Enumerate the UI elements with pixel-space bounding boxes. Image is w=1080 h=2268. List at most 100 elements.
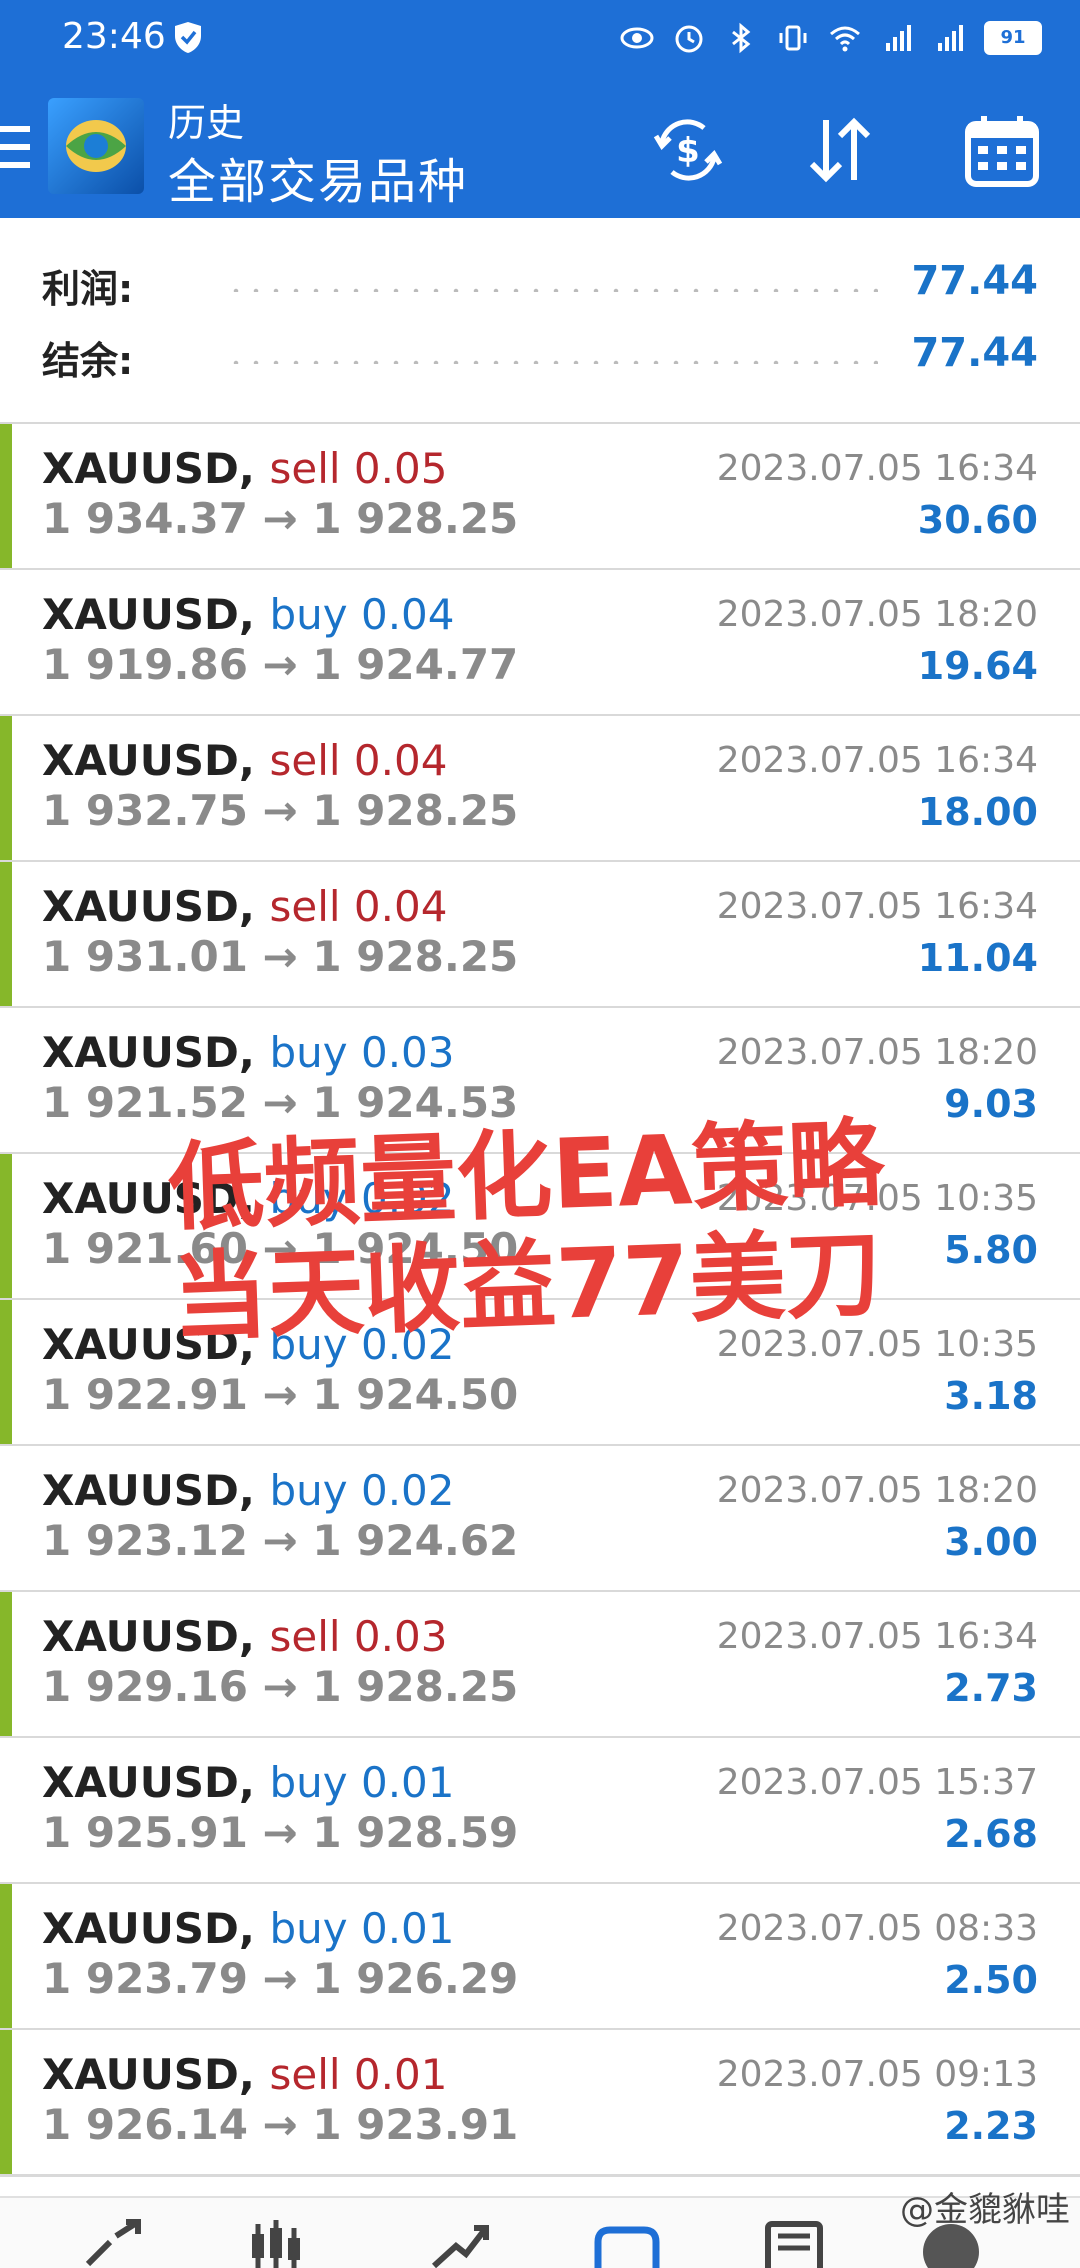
deal-prices: 1 932.75 → 1 928.25 [42, 786, 519, 835]
dotted-leader [226, 288, 878, 292]
profit-row: 利润: 77.44 [42, 258, 1038, 318]
alarm-icon [675, 25, 703, 53]
deal-symbol-line: XAUUSD, buy 0.02 [42, 1466, 455, 1515]
deal-side: buy 0.01 [269, 1904, 455, 1953]
deal-side-bar [0, 1884, 12, 2028]
deal-side: buy 0.01 [269, 1758, 455, 1807]
deal-symbol: XAUUSD, [42, 1758, 270, 1807]
deal-prices: 1 919.86 → 1 924.77 [42, 640, 519, 689]
signal-4g-icon [886, 25, 911, 51]
deal-symbol-line: XAUUSD, sell 0.04 [42, 736, 447, 785]
deal-prices: 1 931.01 → 1 928.25 [42, 932, 519, 981]
deal-side: sell 0.04 [269, 882, 448, 931]
symbol-filter[interactable]: 全部交易品种 [168, 142, 468, 212]
deal-side: sell 0.04 [269, 736, 448, 785]
deal-side: buy 0.02 [269, 1466, 455, 1515]
deal-time: 2023.07.05 18:20 [716, 1032, 1038, 1073]
deal-prices: 1 925.91 → 1 928.59 [42, 1808, 519, 1857]
svg-text:$: $ [676, 131, 700, 171]
deal-symbol: XAUUSD, [42, 1612, 270, 1661]
deal-profit: 2.68 [944, 1812, 1038, 1856]
deal-profit: 11.04 [917, 936, 1038, 980]
deal-prices: 1 929.16 → 1 928.25 [42, 1662, 519, 1711]
deal-row[interactable]: XAUUSD, sell 0.01 1 926.14 → 1 923.91 20… [0, 2030, 1080, 2177]
news-icon[interactable] [760, 2218, 830, 2268]
chart-icon[interactable] [246, 2218, 316, 2268]
deal-time: 2023.07.05 15:37 [716, 1762, 1038, 1803]
deal-symbol-line: XAUUSD, sell 0.05 [42, 444, 447, 493]
deal-profit: 2.50 [944, 1958, 1038, 2002]
deal-symbol-line: XAUUSD, buy 0.01 [42, 1758, 455, 1807]
deal-symbol: XAUUSD, [42, 882, 270, 931]
status-bar: 23:46 91 [0, 0, 1080, 80]
deal-row[interactable]: XAUUSD, sell 0.04 1 932.75 → 1 928.25 20… [0, 716, 1080, 863]
deal-side: sell 0.05 [269, 444, 448, 493]
deal-profit: 2.73 [944, 1666, 1038, 1710]
balance-value: 77.44 [911, 330, 1038, 376]
deal-row[interactable]: XAUUSD, buy 0.04 1 919.86 → 1 924.77 202… [0, 570, 1080, 717]
deal-side-bar [0, 862, 12, 1006]
deal-row[interactable]: XAUUSD, buy 0.02 1 923.12 → 1 924.62 202… [0, 1446, 1080, 1593]
shield-icon [175, 22, 201, 53]
deal-symbol: XAUUSD, [42, 1904, 270, 1953]
deal-profit: 9.03 [944, 1082, 1038, 1126]
page-title: 历史 [168, 101, 245, 145]
sort-icon[interactable] [800, 110, 880, 190]
quotes-icon[interactable] [80, 2218, 150, 2268]
deal-profit: 3.00 [944, 1520, 1038, 1564]
deal-prices: 1 923.12 → 1 924.62 [42, 1516, 519, 1565]
deal-side-bar [0, 1592, 12, 1736]
deal-row[interactable]: XAUUSD, sell 0.03 1 929.16 → 1 928.25 20… [0, 1592, 1080, 1739]
summary-panel: 利润: 77.44 结余: 77.44 [0, 218, 1080, 425]
deal-symbol-line: XAUUSD, sell 0.03 [42, 1612, 447, 1661]
deal-time: 2023.07.05 18:20 [716, 594, 1038, 635]
deal-time: 2023.07.05 16:34 [716, 448, 1038, 489]
deal-side-bar [0, 424, 12, 568]
deal-row[interactable]: XAUUSD, sell 0.04 1 931.01 → 1 928.25 20… [0, 862, 1080, 1009]
menu-icon[interactable] [0, 126, 30, 170]
balance-label: 结余: [42, 339, 134, 383]
deal-symbol: XAUUSD, [42, 1466, 270, 1515]
currency-exchange-icon[interactable]: $ [648, 110, 728, 190]
deal-symbol-line: XAUUSD, sell 0.04 [42, 882, 447, 931]
deal-profit: 5.80 [944, 1228, 1038, 1272]
deal-row[interactable]: XAUUSD, buy 0.01 1 923.79 → 1 926.29 202… [0, 1884, 1080, 2031]
deal-row[interactable]: XAUUSD, sell 0.05 1 934.37 → 1 928.25 20… [0, 424, 1080, 571]
overlay-caption: 低频量化EA策略 当天收益77美刀 [166, 1107, 933, 1354]
deal-symbol: XAUUSD, [42, 1028, 270, 1077]
deal-symbol: XAUUSD, [42, 444, 270, 493]
deal-time: 2023.07.05 18:20 [716, 1470, 1038, 1511]
trade-icon[interactable] [426, 2218, 496, 2268]
deal-symbol-line: XAUUSD, sell 0.01 [42, 2050, 447, 2099]
deal-prices: 1 922.91 → 1 924.50 [42, 1370, 519, 1419]
bluetooth-icon [732, 22, 751, 54]
dotted-leader [226, 360, 878, 364]
deal-symbol: XAUUSD, [42, 590, 270, 639]
deal-prices: 1 923.79 → 1 926.29 [42, 1954, 519, 2003]
deal-profit: 3.18 [944, 1374, 1038, 1418]
app-logo [48, 98, 144, 194]
history-icon[interactable] [592, 2218, 662, 2268]
balance-row: 结余: 77.44 [42, 330, 1038, 390]
watermark: @金貔貅哇 [900, 2190, 1070, 2230]
deal-side-bar [0, 2030, 12, 2174]
deal-prices: 1 934.37 → 1 928.25 [42, 494, 519, 543]
deal-time: 2023.07.05 09:13 [716, 2054, 1038, 2095]
vibrate-icon [779, 25, 807, 51]
deal-side-bar [0, 1300, 12, 1444]
deal-symbol-line: XAUUSD, buy 0.04 [42, 590, 455, 639]
deal-profit: 19.64 [917, 644, 1038, 688]
battery-icon: 91 [984, 21, 1042, 55]
deal-side-bar [0, 716, 12, 860]
deal-symbol-line: XAUUSD, buy 0.01 [42, 1904, 455, 1953]
deal-profit: 2.23 [944, 2104, 1038, 2148]
deal-side-bar [0, 1154, 12, 1298]
deal-profit: 30.60 [917, 498, 1038, 542]
deal-side: sell 0.01 [269, 2050, 448, 2099]
deal-row[interactable]: XAUUSD, buy 0.01 1 925.91 → 1 928.59 202… [0, 1738, 1080, 1885]
deal-side: buy 0.04 [269, 590, 455, 639]
calendar-icon[interactable] [962, 110, 1042, 190]
app-bar: 历史 全部交易品种 $ [0, 80, 1080, 218]
deal-side: sell 0.03 [269, 1612, 448, 1661]
deal-side: buy 0.03 [269, 1028, 455, 1077]
